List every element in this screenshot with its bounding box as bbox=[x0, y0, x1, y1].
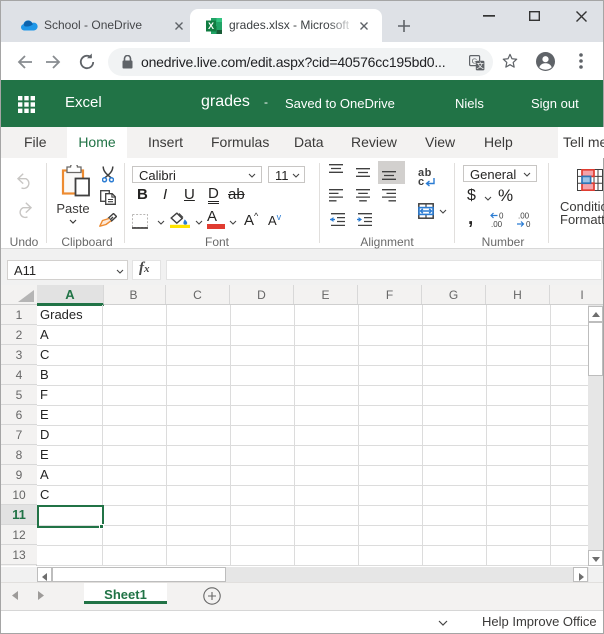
svg-text:X: X bbox=[208, 21, 214, 31]
svg-text:文: 文 bbox=[476, 60, 484, 70]
svg-text:0: 0 bbox=[526, 220, 531, 228]
svg-text:.00: .00 bbox=[491, 220, 503, 228]
